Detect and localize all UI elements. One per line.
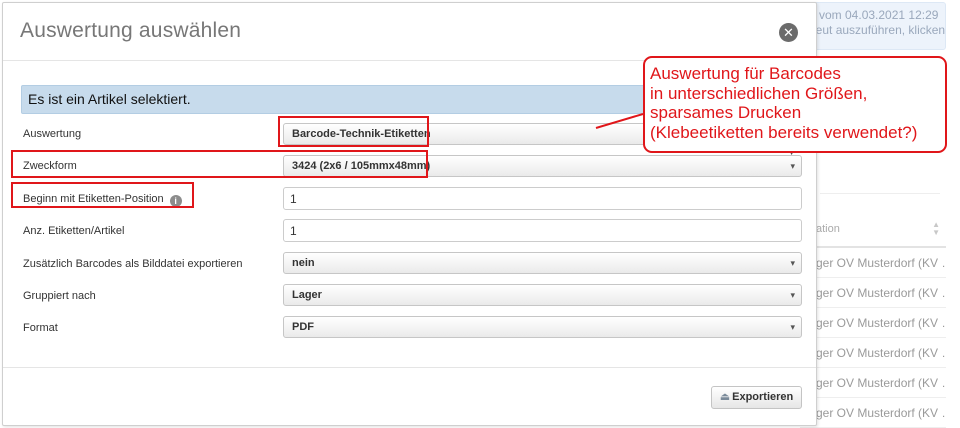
info-icon[interactable]: i bbox=[169, 195, 182, 207]
zweckform-value: 3424 (2x6 / 105mmx48mm) bbox=[292, 160, 431, 172]
modal-title: Auswertung auswählen bbox=[20, 19, 242, 42]
background-table: ation ▲ ▼ ger OV Musterdorf (KV … ger OV M… bbox=[800, 212, 946, 428]
annotation-callout: Auswertung für Barcodes in unterschiedli… bbox=[643, 56, 947, 153]
callout-line: in unterschiedlichen Größen, bbox=[650, 83, 868, 103]
anzahl-label: Anz. Etiketten/Artikel bbox=[23, 225, 125, 237]
background-table-row[interactable]: ger OV Musterdorf (KV … bbox=[800, 368, 946, 398]
gruppiert-value: Lager bbox=[292, 289, 322, 301]
bilddatei-label: Zusätzlich Barcodes als Bilddatei export… bbox=[23, 258, 243, 270]
gruppiert-select[interactable]: Lager ▾ bbox=[283, 284, 802, 306]
format-value: PDF bbox=[292, 321, 314, 333]
export-button-label: Exportieren bbox=[732, 391, 794, 403]
chevron-down-icon: ▾ bbox=[790, 290, 795, 300]
callout-line: sparsames Drucken bbox=[650, 103, 802, 122]
background-column-label: ation bbox=[816, 223, 840, 235]
zweckform-label: Zweckform bbox=[23, 160, 77, 172]
modal-footer-divider bbox=[3, 367, 816, 368]
background-table-header[interactable]: ation ▲ ▼ bbox=[800, 212, 946, 248]
chevron-down-icon: ▾ bbox=[790, 258, 795, 268]
sort-icon: ▲ ▼ bbox=[932, 220, 940, 237]
gruppiert-label: Gruppiert nach bbox=[23, 290, 96, 302]
background-table-row[interactable]: ger OV Musterdorf (KV … bbox=[800, 248, 946, 278]
beginn-input[interactable] bbox=[283, 187, 802, 210]
background-table-row[interactable]: ger OV Musterdorf (KV … bbox=[800, 338, 946, 368]
close-icon[interactable]: ✕ bbox=[779, 23, 798, 42]
bilddatei-value: nein bbox=[292, 257, 315, 269]
background-table-row[interactable]: ger OV Musterdorf (KV … bbox=[800, 278, 946, 308]
export-button[interactable]: ⏏ Exportieren bbox=[711, 386, 802, 409]
background-alert-line: e vom 04.03.2021 12:29 bbox=[809, 8, 939, 22]
format-label: Format bbox=[23, 322, 58, 334]
callout-line: Auswertung für Barcodes bbox=[650, 64, 841, 83]
background-table-row[interactable]: ger OV Musterdorf (KV … bbox=[800, 308, 946, 338]
background-alert: e vom 04.03.2021 12:29 neut auszuführen,… bbox=[800, 2, 946, 50]
auswertung-value: Barcode-Technik-Etiketten bbox=[292, 128, 431, 140]
background-divider bbox=[820, 193, 940, 194]
anzahl-input[interactable] bbox=[283, 219, 802, 242]
callout-line: (Klebeetiketten bereits verwendet?) bbox=[650, 122, 918, 142]
export-icon: ⏏ bbox=[719, 391, 731, 403]
background-alert-line: neut auszuführen, klicken bbox=[809, 23, 946, 37]
beginn-label-text: Beginn mit Etiketten-Position bbox=[23, 193, 164, 205]
modal-header: Auswertung auswählen ✕ bbox=[3, 3, 816, 61]
auswertung-label: Auswertung bbox=[23, 128, 82, 140]
background-table-body: ger OV Musterdorf (KV … ger OV Musterdorf… bbox=[800, 248, 946, 428]
zweckform-select[interactable]: 3424 (2x6 / 105mmx48mm) ▾ bbox=[283, 155, 802, 177]
chevron-down-icon: ▾ bbox=[790, 322, 795, 332]
format-select[interactable]: PDF ▾ bbox=[283, 316, 802, 338]
bilddatei-select[interactable]: nein ▾ bbox=[283, 252, 802, 274]
beginn-label: Beginn mit Etiketten-Position i bbox=[23, 192, 182, 207]
background-table-row[interactable]: ger OV Musterdorf (KV … bbox=[800, 398, 946, 428]
chevron-down-icon: ▾ bbox=[790, 161, 795, 171]
